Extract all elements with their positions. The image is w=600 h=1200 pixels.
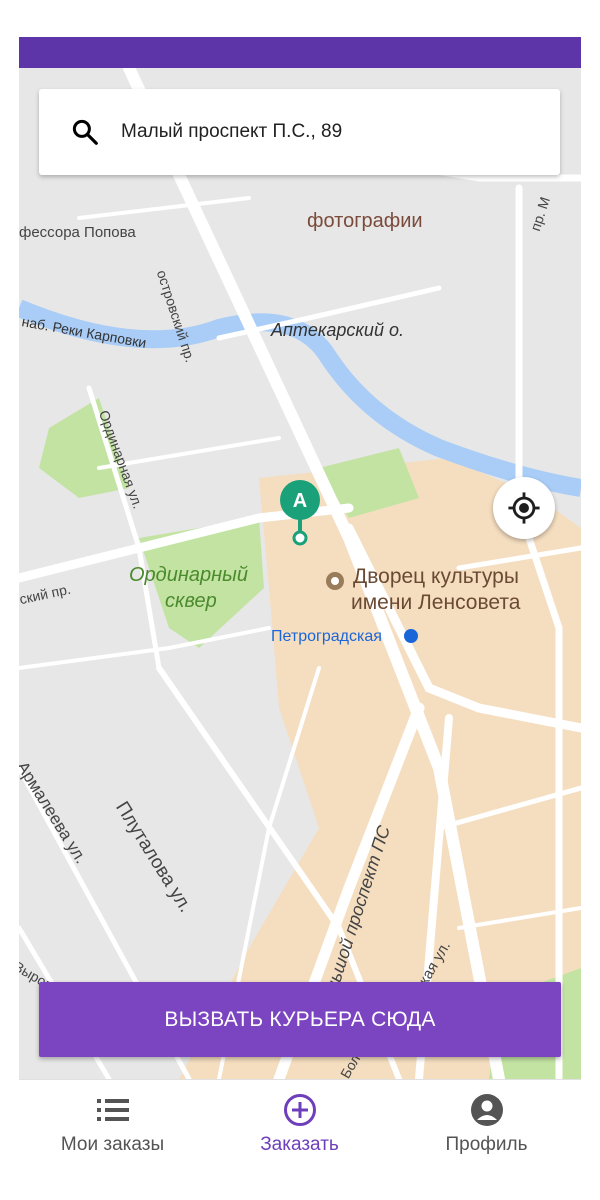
search-bar[interactable]: Малый проспект П.С., 89	[39, 89, 560, 175]
nav-my-orders-label: Мои заказы	[60, 1134, 165, 1155]
app-screen: A фотографии фессора Попова островский п…	[19, 37, 581, 1200]
add-circle-icon	[283, 1092, 317, 1128]
nav-order-label: Заказать	[260, 1134, 339, 1155]
map-label-aptekarsky: Аптекарский о.	[271, 320, 404, 340]
map-label-palace-2: имени Ленсовета	[351, 591, 521, 614]
pin-a-label: A	[293, 490, 307, 512]
my-location-button[interactable]	[493, 477, 555, 539]
nav-order[interactable]: Заказать	[206, 1080, 393, 1170]
metro-icon	[404, 629, 418, 643]
map-label-skver-1: Ординарный	[129, 564, 248, 586]
bottom-navigation: Мои заказы Заказать Профиль	[19, 1079, 581, 1200]
map-label-metro: Петроградская	[271, 628, 382, 645]
search-icon[interactable]	[65, 112, 105, 152]
nav-profile-label: Профиль	[445, 1134, 528, 1155]
map-label-palace-1: Дворец культуры	[353, 565, 519, 588]
nav-profile[interactable]: Профиль	[393, 1080, 580, 1170]
map-view[interactable]: A фотографии фессора Попова островский п…	[19, 68, 581, 1079]
map-label-popov: фессора Попова	[19, 224, 136, 241]
list-icon	[96, 1092, 129, 1128]
nav-my-orders[interactable]: Мои заказы	[19, 1080, 206, 1170]
crosshair-icon	[508, 492, 540, 524]
map-label-skver-2: сквер	[165, 590, 217, 612]
search-input-value[interactable]: Малый проспект П.С., 89	[121, 121, 342, 143]
map-label-photo: фотографии	[307, 210, 423, 232]
call-courier-button[interactable]: ВЫЗВАТЬ КУРЬЕРА СЮДА	[39, 982, 561, 1057]
place-icon-dot	[331, 577, 339, 585]
account-circle-icon	[470, 1092, 504, 1128]
status-bar	[19, 37, 581, 68]
pin-base	[292, 530, 308, 546]
